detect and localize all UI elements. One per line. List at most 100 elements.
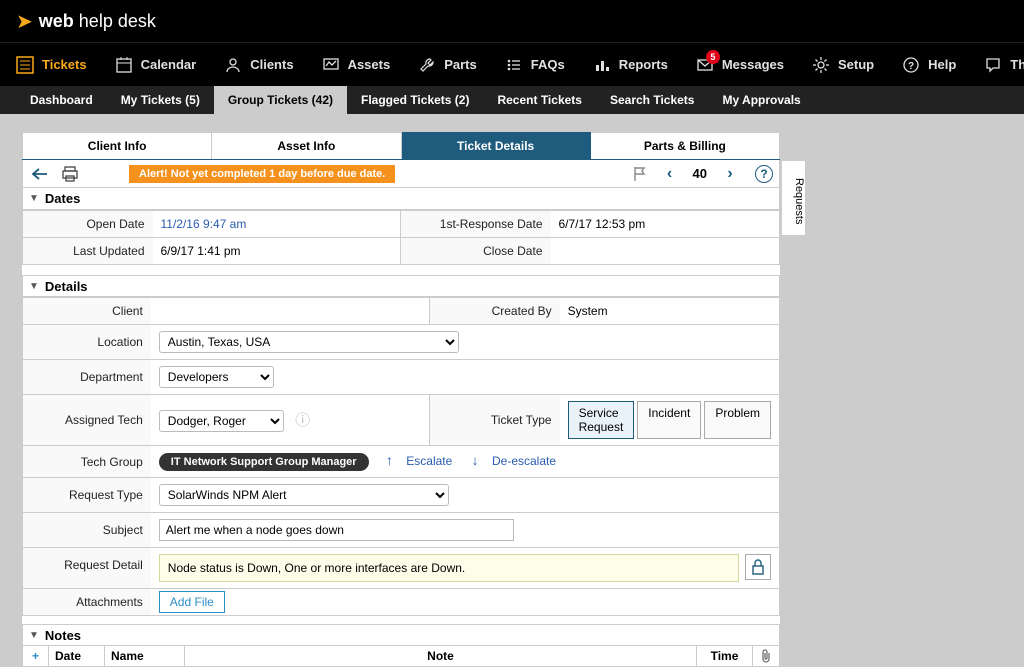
nav-clients[interactable]: Clients <box>224 56 293 74</box>
add-note-button[interactable]: + <box>23 646 49 666</box>
request-detail-label: Request Detail <box>23 548 151 589</box>
nav-assets-label: Assets <box>348 57 391 72</box>
subnav-approvals[interactable]: My Approvals <box>708 86 814 114</box>
tab-client-info[interactable]: Client Info <box>22 132 212 159</box>
list-icon <box>16 56 34 74</box>
section-details-label: Details <box>45 279 88 294</box>
section-details-header[interactable]: ▼Details <box>22 275 780 297</box>
twisty-icon: ▼ <box>29 630 39 641</box>
tab-asset-info[interactable]: Asset Info <box>212 132 401 159</box>
nav-thwack[interactable]: Thwack <box>984 56 1024 74</box>
sub-nav: Dashboard My Tickets (5) Group Tickets (… <box>0 86 1024 114</box>
main-nav: Tickets Calendar Clients Assets Parts FA… <box>0 42 1024 86</box>
nav-help[interactable]: ? Help <box>902 56 956 74</box>
tech-group-label: Tech Group <box>23 446 151 478</box>
next-button[interactable]: › <box>719 163 741 185</box>
prev-button[interactable]: ‹ <box>659 163 681 185</box>
request-detail-text[interactable]: Node status is Down, One or more interfa… <box>159 554 739 582</box>
createdby-value: System <box>560 298 780 325</box>
ticket-type-label: Ticket Type <box>430 395 560 446</box>
subnav-group-tickets[interactable]: Group Tickets (42) <box>214 86 347 114</box>
bars-icon <box>593 56 611 74</box>
nav-messages[interactable]: 5 Messages <box>696 56 784 74</box>
tech-group-cell: IT Network Support Group Manager ↑ Escal… <box>151 446 780 478</box>
assigned-tech-select[interactable]: Dodger, Roger <box>159 410 284 432</box>
nav-faqs[interactable]: FAQs <box>505 56 565 74</box>
nav-setup-label: Setup <box>838 57 874 72</box>
assigned-tech-label: Assigned Tech <box>23 395 151 446</box>
requests-side-tab[interactable]: Requests <box>782 160 806 236</box>
first-response-value: 6/7/17 12:53 pm <box>551 211 780 238</box>
location-select[interactable]: Austin, Texas, USA <box>159 331 459 353</box>
notes-col-note: Note <box>185 646 697 666</box>
subnav-flagged[interactable]: Flagged Tickets (2) <box>347 86 483 114</box>
section-dates-header[interactable]: ▼ Dates <box>22 188 780 210</box>
nav-help-label: Help <box>928 57 956 72</box>
nav-clients-label: Clients <box>250 57 293 72</box>
nav-tickets-label: Tickets <box>42 57 87 72</box>
location-label: Location <box>23 325 151 360</box>
nav-parts[interactable]: Parts <box>418 56 477 74</box>
ticket-type-cell: Service Request Incident Problem <box>560 395 780 446</box>
last-updated-label: Last Updated <box>23 238 153 265</box>
print-button[interactable] <box>59 163 81 185</box>
notes-col-time: Time <box>697 646 753 666</box>
nav-setup[interactable]: Setup <box>812 56 874 74</box>
lock-button[interactable] <box>745 554 771 580</box>
department-cell: Developers <box>151 360 780 395</box>
chat-icon <box>984 56 1002 74</box>
wrench-icon <box>418 56 436 74</box>
department-label: Department <box>23 360 151 395</box>
subject-cell <box>151 513 780 548</box>
tab-ticket-details[interactable]: Ticket Details <box>402 132 591 159</box>
help-button[interactable]: ? <box>755 165 773 183</box>
nav-thwack-label: Thwack <box>1010 57 1024 72</box>
location-cell: Austin, Texas, USA <box>151 325 780 360</box>
section-dates-label: Dates <box>45 191 80 206</box>
deescalate-link[interactable]: De-escalate <box>492 454 556 468</box>
ticket-type-service-request[interactable]: Service Request <box>568 401 635 439</box>
back-button[interactable] <box>29 163 51 185</box>
nav-messages-label: Messages <box>722 57 784 72</box>
notes-col-attach-icon <box>753 646 779 666</box>
department-select[interactable]: Developers <box>159 366 274 388</box>
createdby-label: Created By <box>430 298 560 325</box>
subnav-my-tickets[interactable]: My Tickets (5) <box>107 86 214 114</box>
brand-bar: ➤ web help desk <box>0 0 1024 42</box>
client-value <box>151 298 430 325</box>
ticket-type-incident[interactable]: Incident <box>637 401 701 439</box>
close-date-value <box>551 238 780 265</box>
page-number: 40 <box>693 166 707 181</box>
subnav-search[interactable]: Search Tickets <box>596 86 709 114</box>
section-notes-header[interactable]: ▼ Notes <box>22 624 780 646</box>
escalate-link[interactable]: Escalate <box>406 454 452 468</box>
section-notes-label: Notes <box>45 628 81 643</box>
request-type-select[interactable]: SolarWinds NPM Alert <box>159 484 449 506</box>
toolbar: Alert! Not yet completed 1 day before du… <box>22 160 780 188</box>
envelope-icon: 5 <box>696 56 714 74</box>
first-response-label: 1st-Response Date <box>401 211 551 238</box>
nav-reports-label: Reports <box>619 57 668 72</box>
request-detail-cell: Node status is Down, One or more interfa… <box>151 548 780 589</box>
gear-icon <box>812 56 830 74</box>
open-date-value[interactable]: 11/2/16 9:47 am <box>153 211 401 238</box>
tab-parts-billing[interactable]: Parts & Billing <box>591 132 780 159</box>
nav-calendar[interactable]: Calendar <box>115 56 197 74</box>
notes-col-name: Name <box>105 646 185 666</box>
svg-text:?: ? <box>908 61 914 72</box>
logo-arrow-icon: ➤ <box>16 9 33 34</box>
twisty-icon: ▼ <box>29 193 39 204</box>
nav-tickets[interactable]: Tickets <box>16 56 87 74</box>
info-icon[interactable]: ⓘ <box>295 412 310 429</box>
add-file-button[interactable]: Add File <box>159 591 225 613</box>
request-type-cell: SolarWinds NPM Alert <box>151 478 780 513</box>
nav-assets[interactable]: Assets <box>322 56 391 74</box>
flag-button[interactable] <box>629 163 651 185</box>
subject-input[interactable] <box>159 519 514 541</box>
subnav-dashboard[interactable]: Dashboard <box>16 86 107 114</box>
subnav-recent[interactable]: Recent Tickets <box>483 86 596 114</box>
detail-tabs: Client Info Asset Info Ticket Details Pa… <box>22 132 780 160</box>
ticket-type-problem[interactable]: Problem <box>704 401 771 439</box>
nav-reports[interactable]: Reports <box>593 56 668 74</box>
close-date-label: Close Date <box>401 238 551 265</box>
